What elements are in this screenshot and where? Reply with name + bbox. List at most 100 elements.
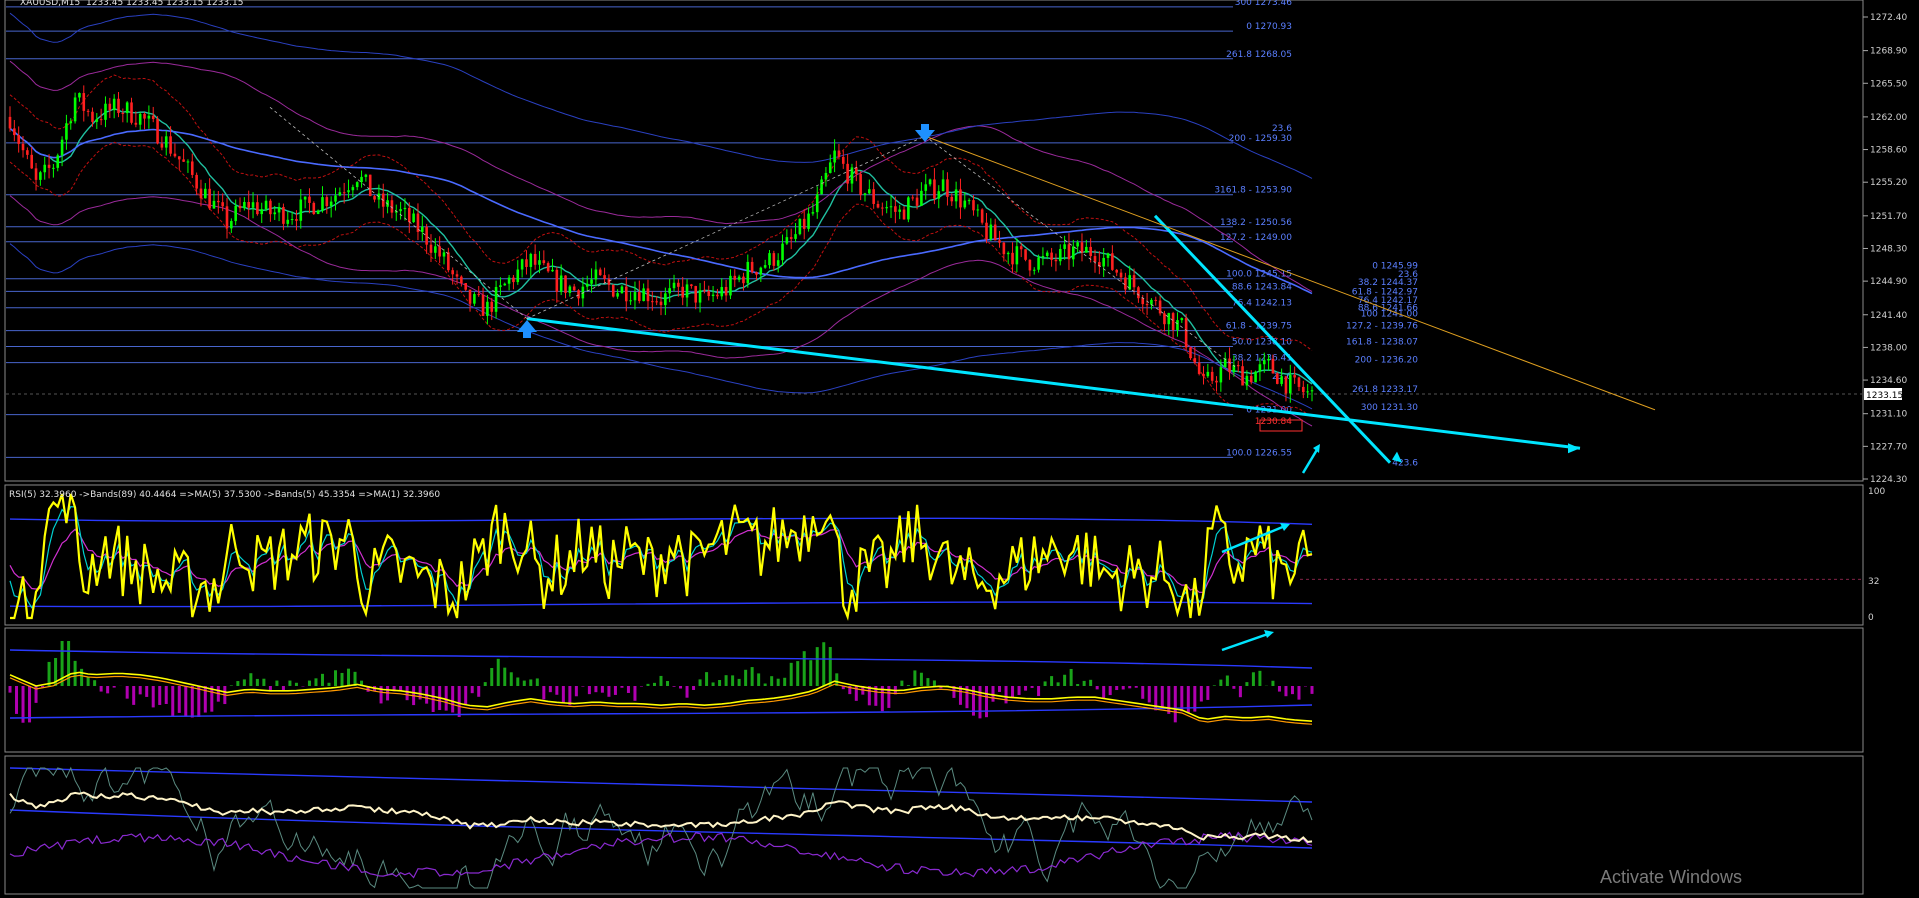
candle-body [768, 253, 771, 266]
candle-body [716, 294, 719, 297]
price-tick-label: 1227.70 [1870, 442, 1907, 452]
candle-body [824, 172, 828, 180]
histogram-bar-up [320, 673, 324, 686]
histogram-bar-down [587, 686, 591, 695]
candle-body [868, 189, 871, 194]
fib-level-label: 100.0 1226.55 [1226, 448, 1292, 458]
histogram-bar-up [249, 673, 253, 686]
histogram-bar-down [1024, 686, 1028, 691]
fib-level-label: 200 - 1259.30 [1229, 134, 1293, 144]
candle-body [1284, 376, 1288, 394]
candle-body [655, 301, 658, 303]
candle-body [690, 284, 693, 287]
price-tick-label: 1248.30 [1870, 244, 1907, 254]
histogram-bar-up [334, 670, 337, 686]
histogram-bar-down [679, 686, 683, 689]
candle-body [642, 288, 645, 302]
candle-body [438, 246, 441, 257]
histogram-bar-up [509, 672, 513, 686]
histogram-bar-up [744, 669, 748, 686]
candle-body [568, 286, 572, 293]
histogram-bar-up [242, 679, 246, 686]
candle-body [186, 161, 190, 163]
candle-body [1210, 371, 1214, 381]
candle-body [1215, 380, 1218, 383]
candle-body [373, 196, 376, 200]
candle-body [91, 111, 94, 122]
candle-body [664, 293, 667, 306]
candle-body [677, 282, 680, 287]
candle-body [486, 301, 489, 316]
candle-body [937, 191, 941, 199]
candle-body [108, 103, 112, 111]
candle-body [455, 274, 459, 277]
histogram-bar-down [177, 686, 181, 713]
candle-body [1258, 364, 1262, 372]
candle-body [351, 187, 355, 191]
candle-body [468, 289, 472, 304]
histogram-bar-up [340, 672, 344, 686]
candle-body [525, 259, 528, 267]
histogram-bar-up [496, 658, 500, 686]
histogram-bar-up [906, 685, 910, 686]
histogram-bar-down [998, 686, 1002, 692]
histogram-bar-up [1245, 682, 1249, 686]
candle-body [798, 218, 802, 235]
histogram-bar-down [1186, 686, 1190, 713]
candle-body [802, 218, 806, 229]
candle-body [1037, 257, 1040, 270]
candle-body [538, 260, 541, 265]
price-tick-label: 1244.90 [1870, 277, 1907, 287]
candle-body [564, 275, 567, 293]
price-tick-label: 1262.00 [1870, 113, 1907, 123]
candle-body [1024, 249, 1027, 260]
candle-body [980, 209, 984, 223]
price-tick-label: 1268.90 [1870, 47, 1907, 57]
candle-body [763, 265, 767, 268]
candle-body [603, 275, 606, 279]
candle-body [629, 300, 632, 302]
histogram-bar-up [1043, 681, 1047, 686]
histogram-bar-down [451, 686, 455, 713]
price-tick-label: 1255.20 [1870, 178, 1907, 188]
histogram-bar-down [1030, 686, 1034, 688]
histogram-bar-down [1238, 686, 1242, 698]
histogram-bar-down [158, 686, 162, 705]
histogram-bar-up [1225, 675, 1229, 686]
price-chart[interactable]: 300 1273.460 1270.93261.8 1268.0523.6200… [0, 0, 1919, 898]
fib-level-label: 88.6 1243.84 [1232, 282, 1292, 292]
histogram-bar-up [255, 678, 259, 686]
candle-body [1297, 377, 1301, 387]
histogram-bar-down [607, 686, 611, 697]
candle-body [828, 162, 832, 173]
histogram-bar-up [229, 685, 233, 686]
candle-body [338, 192, 342, 196]
candle-body [759, 267, 763, 275]
candle-body [785, 237, 789, 244]
candle-body [512, 277, 515, 283]
candle-body [117, 98, 120, 114]
histogram-bar-up [1056, 682, 1060, 686]
histogram-bar-down [991, 686, 995, 702]
candle-body [789, 237, 793, 239]
candle-body [481, 294, 485, 316]
histogram-bar-up [646, 683, 650, 686]
histogram-bar-up [1258, 670, 1262, 686]
candle-body [594, 269, 598, 280]
histogram-bar-down [184, 686, 188, 717]
candle-body [360, 176, 363, 183]
histogram-bar-up [900, 680, 904, 686]
candle-body [1193, 358, 1197, 363]
candle-body [499, 285, 502, 287]
candle-body [1102, 257, 1105, 267]
candle-body [1032, 269, 1036, 271]
candle-body [1184, 318, 1188, 348]
candle-body [807, 213, 810, 229]
histogram-bar-down [672, 686, 676, 687]
candle-body [703, 290, 706, 292]
candle-body [503, 283, 507, 286]
candle-body [685, 284, 689, 298]
histogram-bar-down [405, 686, 409, 701]
candle-body [256, 202, 259, 215]
candle-body [811, 212, 815, 214]
